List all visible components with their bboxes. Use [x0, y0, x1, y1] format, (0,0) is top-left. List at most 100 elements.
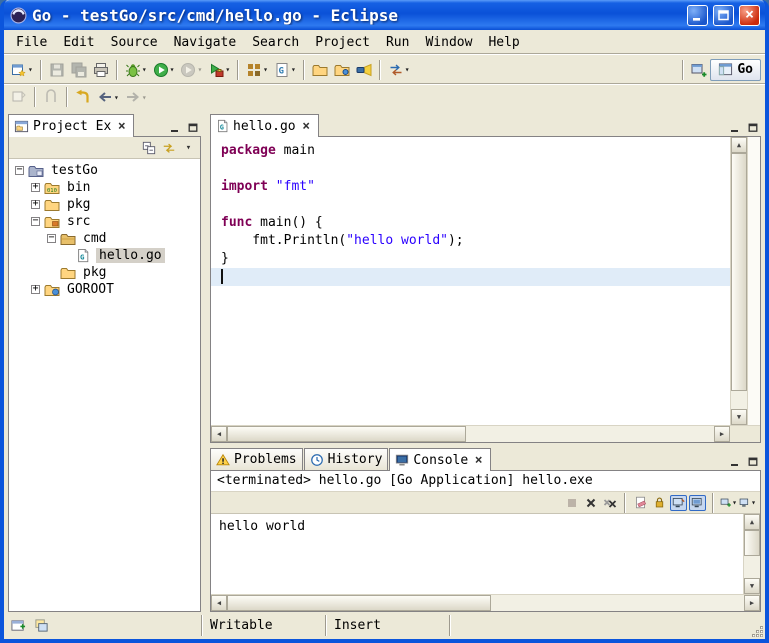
collapse-icon[interactable] [47, 234, 56, 243]
profile-button[interactable] [177, 58, 205, 82]
tree-item-cmd[interactable]: cmd [9, 230, 200, 247]
code-line[interactable]: fmt.Println("hello world"); [211, 232, 730, 250]
resize-grip[interactable] [750, 624, 764, 638]
menu-help[interactable]: Help [480, 33, 527, 52]
synchronize-button[interactable] [385, 58, 413, 82]
code-line[interactable]: import "fmt" [211, 178, 730, 196]
save-all-button[interactable] [68, 58, 90, 82]
open-perspective-button[interactable] [688, 58, 710, 82]
collapse-icon[interactable] [15, 166, 24, 175]
tab-console[interactable]: Console [389, 448, 491, 471]
open-file-button[interactable] [331, 58, 353, 82]
open-console-icon[interactable] [720, 495, 737, 511]
scroll-down-icon[interactable] [731, 409, 747, 425]
expand-icon[interactable] [31, 183, 40, 192]
expand-icon[interactable] [31, 285, 40, 294]
debug-button[interactable] [122, 58, 150, 82]
vertical-sash[interactable] [204, 113, 207, 612]
close-view-icon[interactable] [472, 454, 485, 467]
tree-item-pkg[interactable]: pkg [9, 196, 200, 213]
code-line[interactable] [211, 160, 730, 178]
console-output[interactable]: hello world [211, 514, 743, 594]
scroll-left-icon[interactable] [211, 426, 227, 442]
scroll-lock-icon[interactable] [651, 495, 668, 511]
scrollbar-track[interactable] [491, 595, 744, 611]
remove-all-launches-icon[interactable] [601, 495, 618, 511]
expand-icon[interactable] [31, 200, 40, 209]
display-selected-console-icon[interactable] [739, 495, 756, 511]
scroll-left-icon[interactable] [211, 595, 227, 611]
close-editor-icon[interactable] [300, 120, 313, 133]
scroll-down-icon[interactable] [744, 578, 760, 594]
scroll-right-icon[interactable] [714, 426, 730, 442]
view-menu-icon[interactable] [180, 140, 197, 156]
tree-item-hello-go[interactable]: G hello.go [9, 247, 200, 264]
print-button[interactable] [90, 58, 112, 82]
fast-view-icon[interactable] [10, 618, 27, 634]
new-go-file-button[interactable]: G [271, 58, 299, 82]
scroll-right-icon[interactable] [744, 595, 760, 611]
maximize-view-button[interactable] [184, 120, 201, 136]
tab-history[interactable]: History [304, 448, 389, 470]
tree-item-goroot[interactable]: GOROOT [9, 281, 200, 298]
minimize-view-button[interactable] [166, 120, 183, 136]
menu-project[interactable]: Project [307, 33, 378, 52]
scroll-up-icon[interactable] [731, 137, 747, 153]
editor-tab-hello-go[interactable]: G hello.go [210, 114, 319, 137]
tree-item-src-pkg[interactable]: pkg [9, 264, 200, 281]
tree-item-bin[interactable]: 010 bin [9, 179, 200, 196]
forward-button[interactable] [122, 85, 150, 109]
menu-source[interactable]: Source [103, 33, 166, 52]
close-button[interactable] [739, 5, 760, 26]
last-edit-location-button[interactable] [72, 85, 94, 109]
back-button[interactable] [94, 85, 122, 109]
maximize-editor-button[interactable] [744, 120, 761, 136]
view-shortcut-icon[interactable] [33, 618, 50, 634]
pin-editor-button[interactable] [8, 85, 30, 109]
next-annotation-button[interactable] [40, 85, 62, 109]
menu-file[interactable]: File [8, 33, 55, 52]
code-line[interactable]: package main [211, 142, 730, 160]
scrollbar-track[interactable] [466, 426, 714, 442]
maximize-button[interactable] [713, 5, 734, 26]
tab-problems[interactable]: Problems [210, 448, 303, 470]
console-vscrollbar[interactable] [743, 514, 760, 594]
clear-console-icon[interactable] [632, 495, 649, 511]
maximize-view-button[interactable] [744, 454, 761, 470]
new-go-application-button[interactable] [243, 58, 271, 82]
minimize-button[interactable] [687, 5, 708, 26]
code-line[interactable]: func main() { [211, 214, 730, 232]
minimize-editor-button[interactable] [726, 120, 743, 136]
scrollbar-thumb[interactable] [227, 426, 466, 442]
new-wizard-button[interactable] [8, 58, 36, 82]
menu-navigate[interactable]: Navigate [166, 33, 245, 52]
save-button[interactable] [46, 58, 68, 82]
title-bar[interactable]: Go - testGo/src/cmd/hello.go - Eclipse [4, 0, 765, 30]
editor-vscrollbar[interactable] [730, 137, 747, 425]
tree-item-testgo[interactable]: testGo [9, 162, 200, 179]
menu-edit[interactable]: Edit [55, 33, 102, 52]
menu-search[interactable]: Search [244, 33, 307, 52]
collapse-icon[interactable] [31, 217, 40, 226]
scrollbar-track[interactable] [744, 556, 760, 578]
close-view-icon[interactable] [115, 120, 128, 133]
tree-item-src[interactable]: src [9, 213, 200, 230]
code-editor[interactable]: package main import "fmt" func main() { … [211, 137, 730, 425]
code-line-current[interactable] [211, 268, 730, 286]
menu-run[interactable]: Run [378, 33, 417, 52]
scrollbar-thumb[interactable] [744, 530, 760, 556]
open-resource-button[interactable] [309, 58, 331, 82]
run-button[interactable] [150, 58, 178, 82]
scrollbar-track[interactable] [731, 391, 747, 409]
scroll-up-icon[interactable] [744, 514, 760, 530]
collapse-all-icon[interactable] [140, 140, 157, 156]
scrollbar-thumb[interactable] [731, 153, 747, 391]
search-button[interactable] [353, 58, 375, 82]
project-explorer-tab[interactable]: Project Ex [8, 114, 134, 137]
editor-hscrollbar[interactable] [211, 425, 730, 442]
code-line[interactable] [211, 196, 730, 214]
minimize-view-button[interactable] [726, 454, 743, 470]
go-perspective-button[interactable]: Go [710, 59, 761, 81]
remove-launch-icon[interactable] [582, 495, 599, 511]
console-hscrollbar[interactable] [211, 594, 760, 611]
